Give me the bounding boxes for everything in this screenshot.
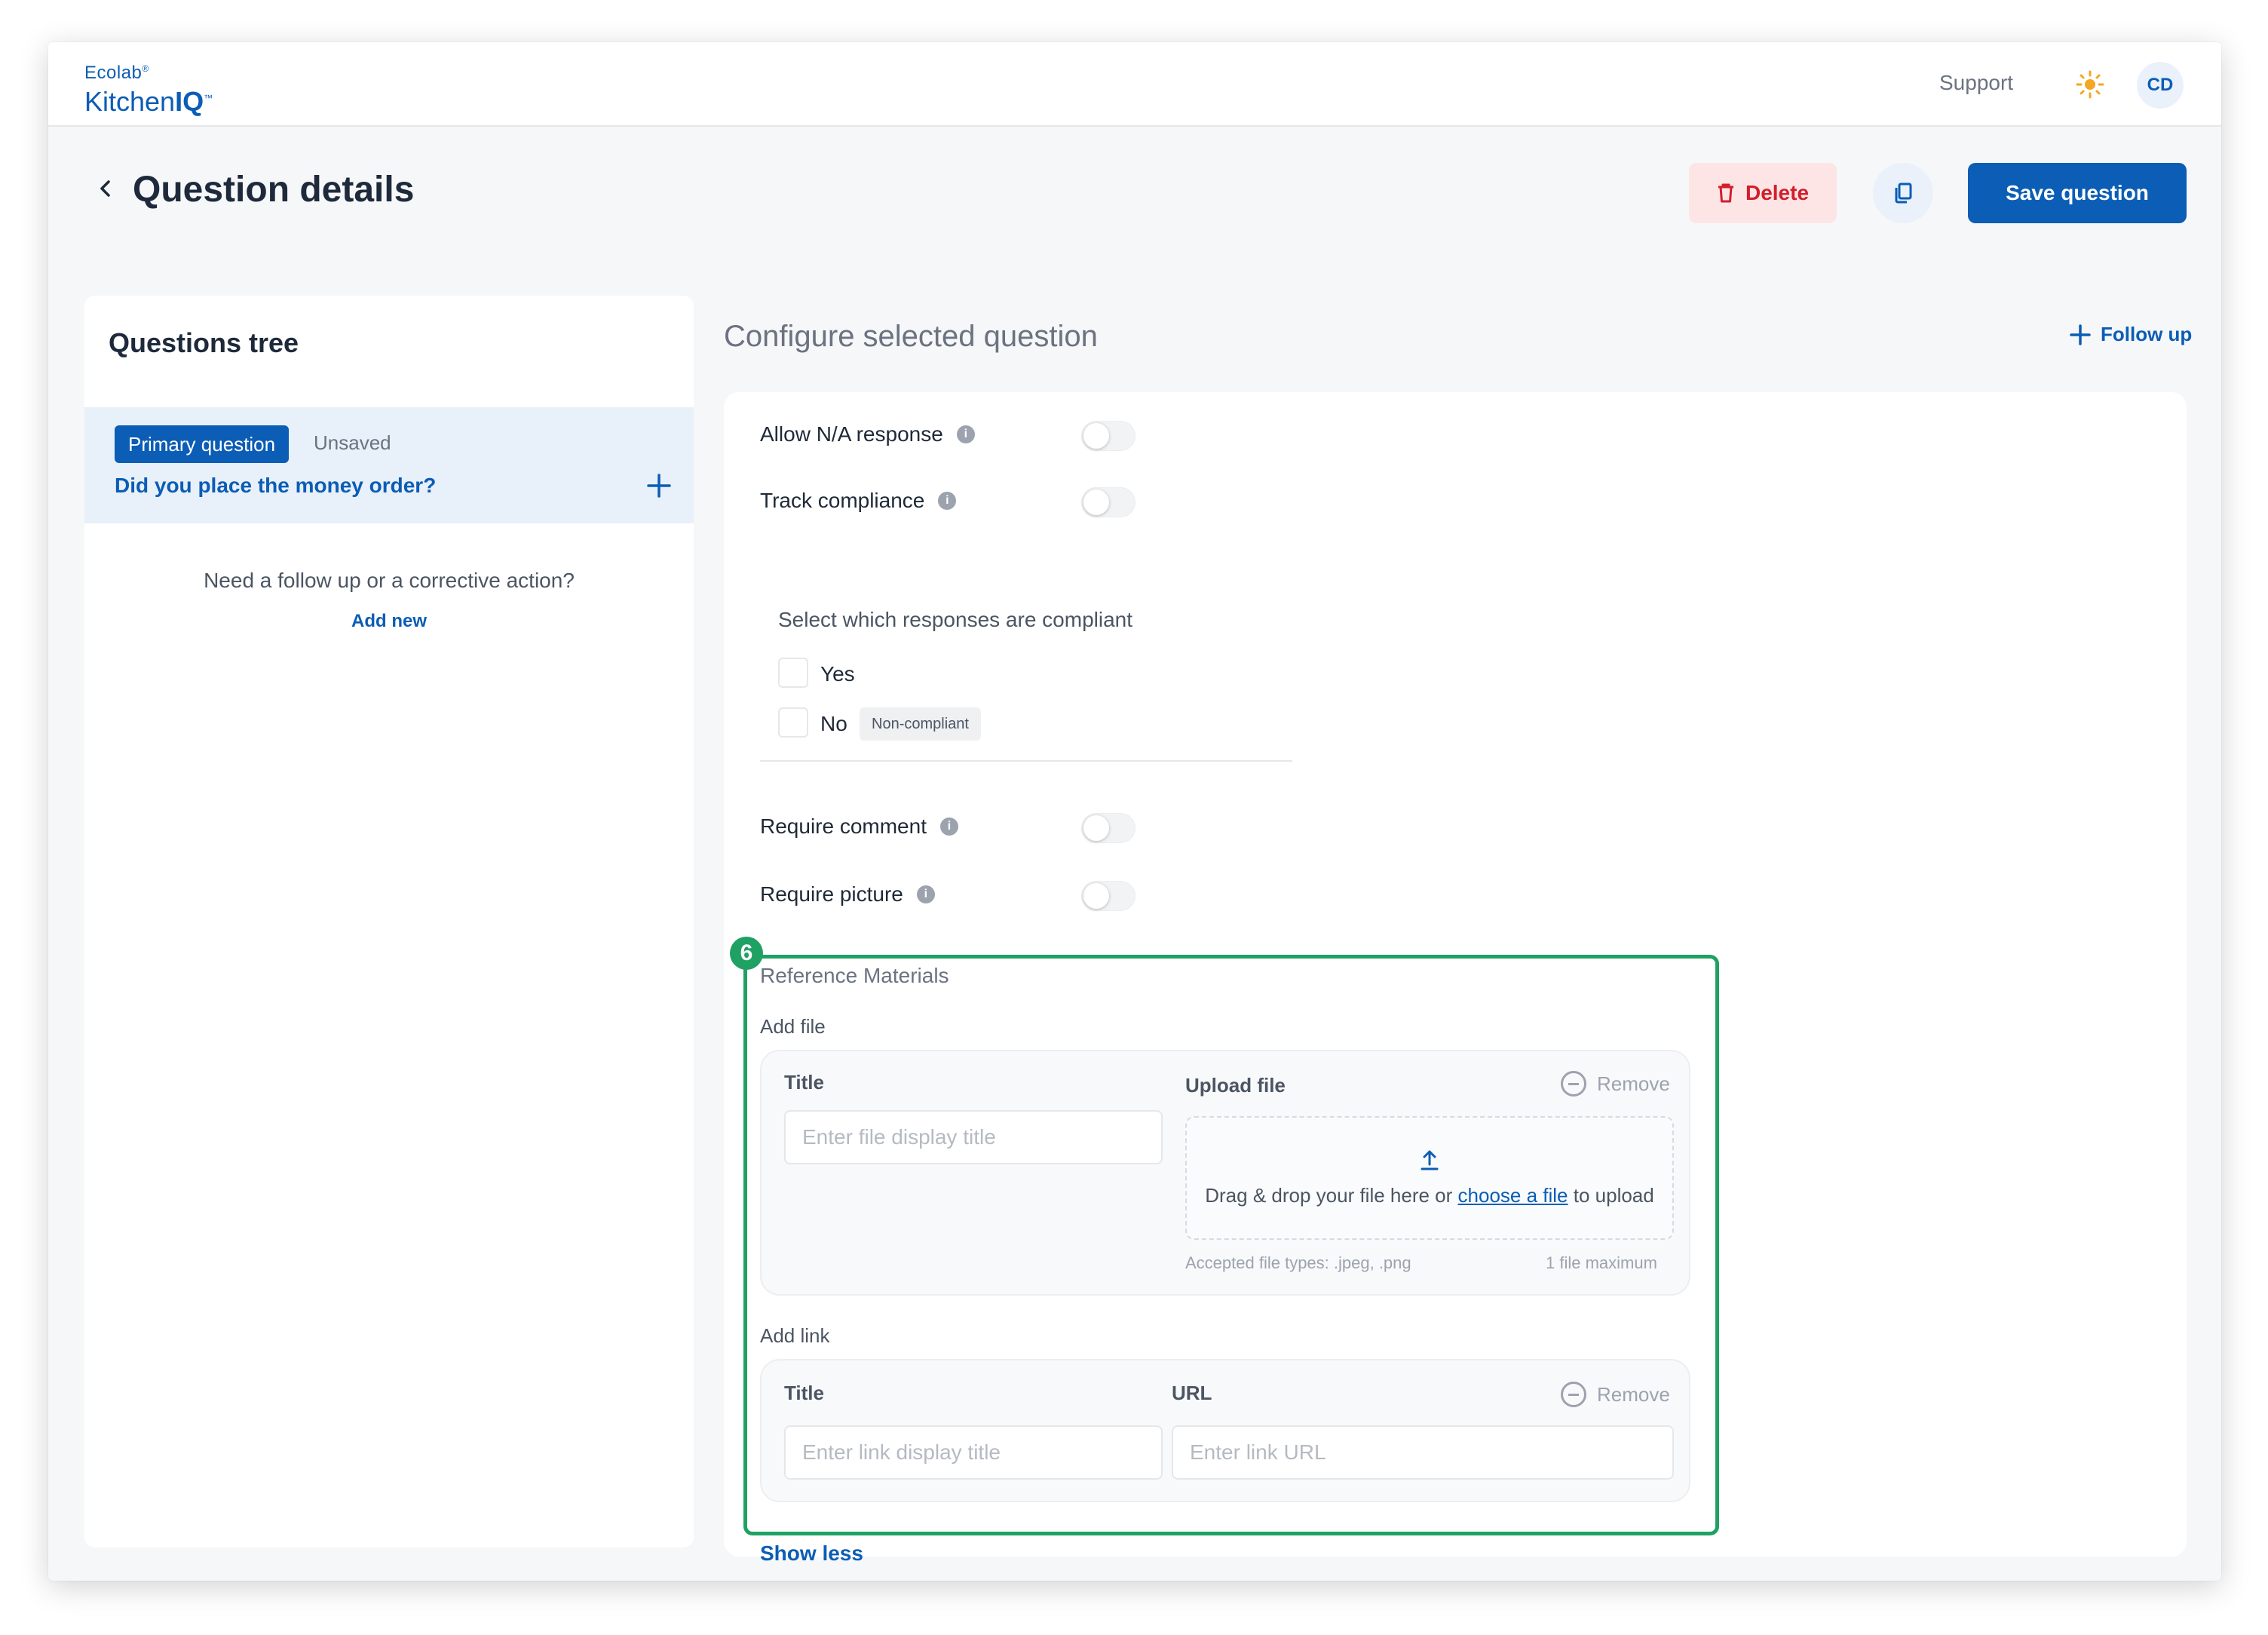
- track-compliance-toggle[interactable]: [1081, 487, 1136, 517]
- logo-product: Kitchen: [84, 86, 176, 117]
- plus-icon[interactable]: [644, 471, 674, 501]
- unsaved-status: Unsaved: [314, 431, 391, 454]
- delete-button[interactable]: Delete: [1689, 163, 1837, 223]
- require-comment-row: Require comment i: [760, 814, 958, 839]
- tree-question-text[interactable]: Did you place the money order?: [115, 474, 436, 498]
- divider: [760, 760, 1292, 762]
- configure-panel: Allow N/A response i Track compliance i …: [724, 392, 2187, 1565]
- copy-icon: [1895, 183, 1912, 204]
- file-maximum: 1 file maximum: [1546, 1253, 1657, 1272]
- add-link-card: Title URL Remove: [760, 1359, 1690, 1502]
- logo-product-bold: IQ: [175, 86, 204, 117]
- trash-icon: [1718, 183, 1733, 203]
- remove-link-button[interactable]: Remove: [1561, 1382, 1670, 1407]
- compliant-responses-title: Select which responses are compliant: [778, 608, 1133, 631]
- followup-prompt: Need a follow up or a corrective action?: [204, 569, 575, 592]
- track-compliance-row: Track compliance i: [760, 489, 957, 513]
- upload-icon: [1421, 1150, 1439, 1170]
- questions-tree-panel: Questions tree Primary question Unsaved …: [84, 296, 694, 1548]
- minus-circle-icon: [1561, 1382, 1586, 1407]
- configure-title: Configure selected question: [724, 320, 1098, 353]
- track-compliance-label: Track compliance: [760, 489, 925, 512]
- add-new-link[interactable]: Add new: [84, 611, 694, 632]
- yes-label: Yes: [820, 662, 855, 686]
- require-picture-label: Require picture: [760, 882, 903, 906]
- remove-file-label: Remove: [1597, 1072, 1670, 1095]
- follow-up-button[interactable]: Follow up: [2069, 323, 2192, 346]
- allow-na-label: Allow N/A response: [760, 422, 943, 446]
- copy-button[interactable]: [1873, 163, 1933, 223]
- logo-brand: Ecolab: [84, 63, 143, 83]
- allow-na-toggle[interactable]: [1081, 421, 1136, 451]
- avatar[interactable]: CD: [2137, 62, 2184, 109]
- file-dropzone[interactable]: Drag & drop your file here or choose a f…: [1185, 1116, 1674, 1240]
- info-icon[interactable]: i: [938, 492, 957, 510]
- save-question-button[interactable]: Save question: [1968, 163, 2187, 223]
- add-file-label: Add file: [760, 1015, 826, 1038]
- minus-circle-icon: [1561, 1071, 1586, 1097]
- remove-link-label: Remove: [1597, 1382, 1670, 1406]
- drop-text-after: to upload: [1568, 1184, 1654, 1207]
- accepted-file-types: Accepted file types: .jpeg, .png: [1185, 1253, 1411, 1272]
- delete-label: Delete: [1745, 181, 1810, 204]
- sun-icon[interactable]: [2075, 69, 2105, 100]
- require-comment-label: Require comment: [760, 814, 927, 838]
- link-url-input[interactable]: [1172, 1425, 1674, 1480]
- non-compliant-tag: Non-compliant: [860, 707, 981, 741]
- questions-tree-title: Questions tree: [109, 327, 299, 358]
- add-link-label: Add link: [760, 1324, 830, 1347]
- choose-file-link[interactable]: choose a file: [1458, 1184, 1568, 1207]
- info-icon[interactable]: i: [956, 425, 975, 443]
- info-icon[interactable]: i: [939, 818, 958, 836]
- no-label: No: [820, 712, 847, 735]
- dropzone-text: Drag & drop your file here or choose a f…: [1187, 1184, 1672, 1207]
- link-title-input[interactable]: [784, 1425, 1163, 1480]
- allow-na-row: Allow N/A response i: [760, 422, 975, 446]
- tree-item-primary[interactable]: Primary question Unsaved Did you place t…: [84, 407, 694, 523]
- primary-question-badge: Primary question: [115, 425, 290, 463]
- no-checkbox[interactable]: [778, 707, 808, 738]
- logo[interactable]: Ecolab® KitchenIQ™: [84, 59, 213, 117]
- require-picture-toggle[interactable]: [1081, 881, 1136, 911]
- file-title-input[interactable]: [784, 1110, 1163, 1164]
- support-link[interactable]: Support: [1939, 71, 2013, 95]
- link-title-label: Title: [784, 1382, 824, 1404]
- remove-file-button[interactable]: Remove: [1561, 1071, 1670, 1097]
- add-file-card: Title Upload file Remove Drag & drop you…: [760, 1050, 1690, 1296]
- require-picture-row: Require picture i: [760, 882, 935, 906]
- file-title-label: Title: [784, 1071, 824, 1094]
- yes-checkbox[interactable]: [778, 658, 808, 688]
- page-title: Question details: [133, 170, 415, 210]
- follow-up-label: Follow up: [2101, 323, 2193, 345]
- step-badge: 6: [730, 937, 763, 970]
- info-icon[interactable]: i: [916, 885, 935, 903]
- chevron-left-icon[interactable]: [92, 175, 119, 202]
- app-window: Ecolab® KitchenIQ™ Support CD Question d…: [48, 42, 2221, 1581]
- top-bar: Ecolab® KitchenIQ™ Support CD: [48, 42, 2221, 127]
- url-label: URL: [1172, 1382, 1212, 1404]
- drop-text-before: Drag & drop your file here or: [1205, 1184, 1458, 1207]
- upload-file-label: Upload file: [1185, 1074, 1286, 1097]
- plus-icon: [2070, 324, 2091, 345]
- show-less-link[interactable]: Show less: [760, 1541, 863, 1566]
- reference-materials-title: Reference Materials: [760, 964, 949, 987]
- require-comment-toggle[interactable]: [1081, 813, 1136, 843]
